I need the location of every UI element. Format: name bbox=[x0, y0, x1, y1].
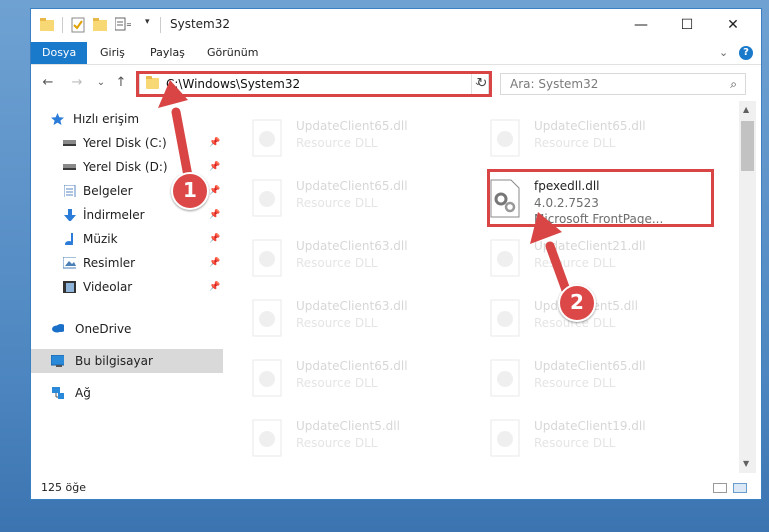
step-badge-2: 2 bbox=[558, 284, 596, 322]
step-badge-1: 1 bbox=[171, 172, 209, 210]
arrow-2 bbox=[530, 212, 571, 295]
arrow-1 bbox=[158, 80, 193, 181]
annotation-arrows bbox=[158, 80, 571, 295]
